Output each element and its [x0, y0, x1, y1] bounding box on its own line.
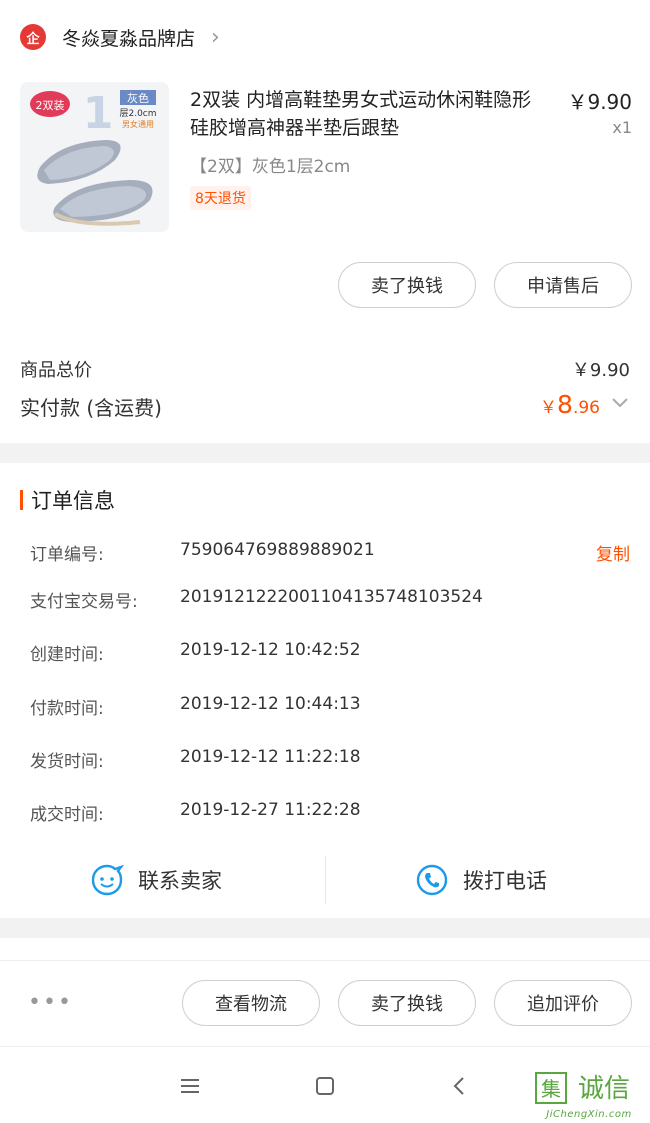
shipped-time-label: 发货时间: — [30, 752, 104, 772]
image-color-text: 灰色 — [127, 91, 149, 105]
paid-time-row: 付款时间: 2019-12-12 10:44:13 — [30, 694, 630, 720]
sell-exchange-button[interactable]: 卖了换钱 — [338, 262, 476, 308]
product-sku: 【2双】灰色1层2cm — [190, 157, 351, 177]
order-info-heading: 订单信息 — [20, 485, 115, 515]
chevron-right-icon[interactable]: › — [211, 25, 220, 50]
image-badge-text: 2双装 — [36, 99, 65, 112]
section-divider-2 — [0, 918, 650, 938]
completed-time-row: 成交时间: 2019-12-27 11:22:28 — [30, 800, 630, 826]
paid-amount-label: 实付款 (含运费) — [20, 396, 162, 420]
alipay-trade-value: 2019121222001104135748103524 — [180, 587, 483, 607]
insole-illustration: 2双装 1 灰色 层2.0cm 男女通用 — [30, 88, 157, 226]
product-quantity: x1 — [612, 118, 632, 137]
completed-time-label: 成交时间: — [30, 805, 104, 825]
watermark-char-1: 集 — [541, 1077, 561, 1101]
goods-total-label: 商品总价 — [20, 360, 92, 381]
view-logistics-button[interactable]: 查看物流 — [182, 980, 320, 1026]
order-info-title: 订单信息 — [31, 489, 115, 513]
image-number-text: 1 — [83, 88, 114, 139]
add-review-button[interactable]: 追加评价 — [494, 980, 632, 1026]
section-divider — [0, 443, 650, 463]
shop-logo-icon: 企 — [20, 24, 46, 50]
paid-integer: 8 — [557, 390, 573, 419]
image-note-text: 男女通用 — [122, 119, 154, 129]
goods-total-value: ￥9.90 — [571, 360, 630, 381]
shop-header[interactable]: 企 冬焱夏淼品牌店 › — [0, 0, 650, 74]
created-time-value: 2019-12-12 10:42:52 — [180, 640, 361, 660]
nav-bar-border — [0, 1046, 650, 1047]
chat-bubble-icon — [91, 864, 124, 896]
completed-time-value: 2019-12-27 11:22:28 — [180, 800, 361, 820]
chevron-down-icon[interactable] — [610, 392, 630, 412]
order-number-row: 订单编号: 759064769889889021 复制 — [30, 540, 630, 566]
created-time-row: 创建时间: 2019-12-12 10:42:52 — [30, 640, 630, 666]
call-phone-label: 拨打电话 — [463, 869, 547, 893]
call-phone-button[interactable]: 拨打电话 — [415, 856, 547, 904]
goods-total-row: 商品总价 ￥9.90 — [20, 356, 630, 382]
paid-amount-row[interactable]: 实付款 (含运费) ￥8.96 — [20, 390, 630, 424]
more-options-icon[interactable]: ••• — [28, 990, 73, 1015]
contact-seller-button[interactable]: 联系卖家 — [90, 856, 222, 904]
created-time-label: 创建时间: — [30, 645, 104, 665]
alipay-trade-row: 支付宝交易号: 2019121222001104135748103524 — [30, 587, 630, 613]
return-policy-badge: 8天退货 — [190, 186, 251, 210]
shop-name[interactable]: 冬焱夏淼品牌店 — [62, 24, 195, 51]
sell-exchange-button-bottom[interactable]: 卖了换钱 — [338, 980, 476, 1026]
home-square-icon[interactable] — [305, 1068, 345, 1104]
watermark-domain: JiChengXin.com — [546, 1109, 632, 1120]
bottom-bar-border — [0, 960, 650, 961]
paid-amount-value: ￥8.96 — [540, 390, 600, 419]
image-spec-text: 层2.0cm — [119, 108, 156, 119]
order-number-label: 订单编号: — [30, 545, 104, 565]
watermark-chars: 诚信 — [578, 1074, 630, 1104]
shipped-time-value: 2019-12-12 11:22:18 — [180, 747, 361, 767]
shop-logo-char: 企 — [26, 31, 40, 47]
paid-decimal: .96 — [572, 398, 600, 418]
paid-currency: ￥ — [540, 398, 558, 418]
product-price: ￥9.90 — [567, 90, 632, 114]
order-number-value: 759064769889889021 — [180, 540, 375, 560]
contact-seller-label: 联系卖家 — [138, 869, 222, 893]
menu-icon[interactable] — [170, 1068, 210, 1104]
back-arrow-icon[interactable] — [440, 1068, 480, 1104]
contact-divider — [325, 856, 326, 904]
product-card[interactable]: 2双装 1 灰色 层2.0cm 男女通用 2双装 内增高鞋垫男女式运动休闲鞋隐形… — [20, 82, 632, 234]
jichengxin-watermark: 集 诚信 JiChengXin.com — [534, 1070, 644, 1120]
product-image[interactable]: 2双装 1 灰色 层2.0cm 男女通用 — [20, 82, 169, 232]
phone-icon — [416, 864, 448, 896]
watermark-logo: 集 诚信 — [535, 1072, 630, 1104]
shipped-time-row: 发货时间: 2019-12-12 11:22:18 — [30, 747, 630, 773]
paid-time-value: 2019-12-12 10:44:13 — [180, 694, 361, 714]
copy-button[interactable]: 复制 — [596, 540, 630, 565]
section-accent-bar — [20, 490, 23, 510]
product-title[interactable]: 2双装 内增高鞋垫男女式运动休闲鞋隐形硅胶增高神器半垫后跟垫 — [190, 86, 550, 142]
paid-time-label: 付款时间: — [30, 699, 104, 719]
apply-after-sale-button[interactable]: 申请售后 — [494, 262, 632, 308]
alipay-trade-label: 支付宝交易号: — [30, 592, 138, 612]
